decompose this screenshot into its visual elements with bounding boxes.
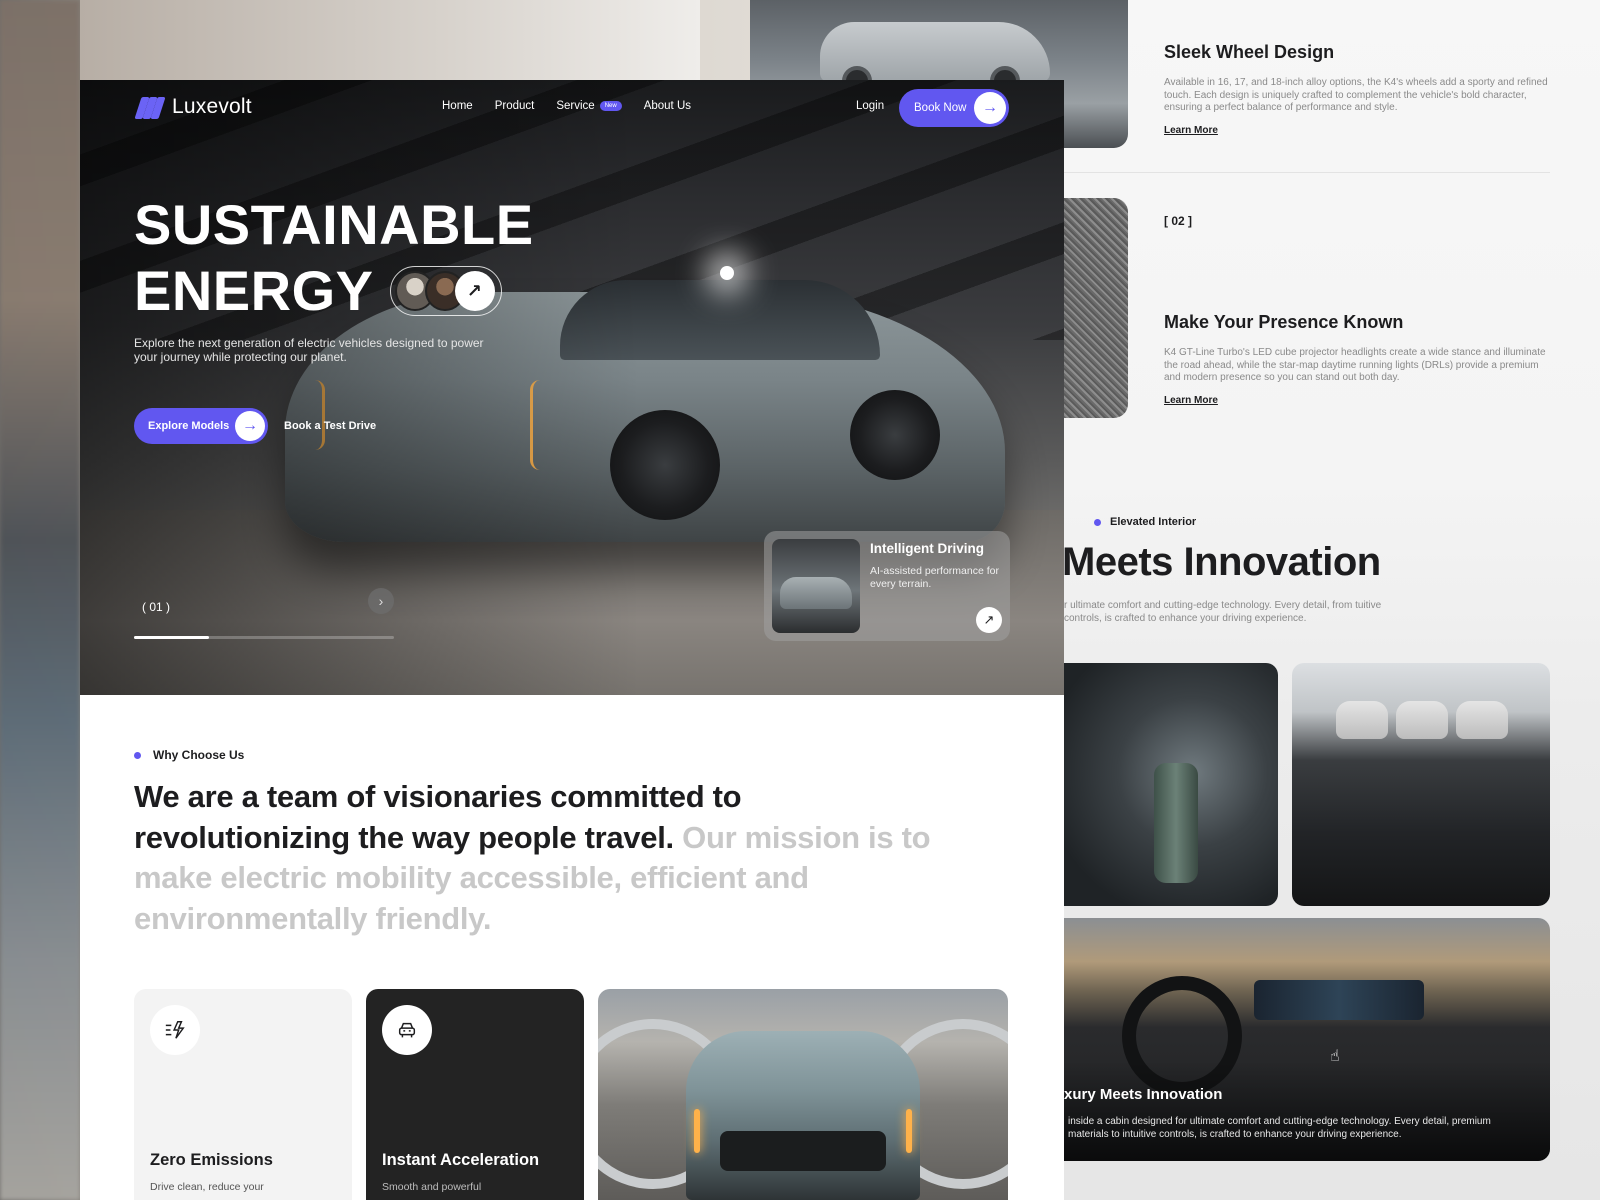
nav-links: Home Product Service New About Us xyxy=(442,100,691,112)
arrow-up-right-icon: ↗ xyxy=(454,271,495,311)
book-now-button[interactable]: Book Now → xyxy=(899,89,1009,127)
interior-eyebrow: Elevated Interior xyxy=(1094,516,1196,528)
car-grill xyxy=(720,1131,886,1171)
book-test-drive-link[interactable]: Book a Test Drive xyxy=(284,420,376,432)
explore-models-button[interactable]: Explore Models → xyxy=(134,408,268,444)
mission-statement: We are a team of visionaries committed t… xyxy=(134,777,944,939)
headlight-detail-image xyxy=(1064,198,1128,418)
lightning-icon xyxy=(150,1005,200,1055)
hand-cursor-icon: ☝ xyxy=(1330,1048,1340,1065)
interior-overlay-title: xury Meets Innovation xyxy=(1064,1086,1223,1103)
card-description: Drive clean, reduce your xyxy=(150,1181,264,1193)
hero-title: SUSTAINABLE ENERGY ↗ xyxy=(134,192,534,324)
arrow-right-icon: → xyxy=(235,411,265,441)
arrow-up-right-icon[interactable]: ↗ xyxy=(976,607,1002,633)
chevron-right-icon[interactable]: › xyxy=(368,588,394,614)
intelligent-driving-card[interactable]: Intelligent Driving AI-assisted performa… xyxy=(764,531,1010,641)
headrest xyxy=(1396,701,1448,739)
feature-description: K4 GT-Line Turbo's LED cube projector he… xyxy=(1164,347,1546,383)
cup-holder-bottle xyxy=(1154,763,1198,883)
hero-title-line-1: SUSTAINABLE xyxy=(134,193,534,256)
slide-counter: ( 01 ) xyxy=(142,600,171,614)
light-flare xyxy=(720,266,734,280)
why-eyebrow: Why Choose Us xyxy=(134,748,244,762)
image-shade xyxy=(1064,1061,1550,1161)
avatar-group[interactable]: ↗ xyxy=(389,266,502,316)
hero-section: Luxevolt Home Product Service New About … xyxy=(80,80,1064,695)
arrow-right-icon: → xyxy=(974,92,1006,124)
background-blur-top xyxy=(80,0,700,80)
card-title: Zero Emissions xyxy=(150,1151,273,1169)
main-page: Luxevolt Home Product Service New About … xyxy=(80,80,1064,1200)
infotainment-screen xyxy=(1254,980,1424,1020)
book-now-label: Book Now xyxy=(914,102,967,114)
interior-eyebrow-label: Elevated Interior xyxy=(1110,516,1197,528)
mini-car xyxy=(780,577,852,609)
card-description: Smooth and powerful xyxy=(382,1181,482,1193)
feature-title: Sleek Wheel Design xyxy=(1164,42,1335,62)
bullet-dot-icon xyxy=(1094,518,1101,526)
hero-title-line-2: ENERGY xyxy=(134,259,374,322)
feature-presence: Make Your Presence Known K4 GT-Line Turb… xyxy=(1164,312,1554,408)
interior-heading: Meets Innovation xyxy=(1062,540,1381,584)
card-car-thumbnail xyxy=(772,539,860,633)
car-front-image xyxy=(598,989,1008,1200)
background-blur-photo xyxy=(0,0,80,1200)
headrest xyxy=(1336,701,1388,739)
car-wheel xyxy=(850,390,940,480)
interior-overlay-description: inside a cabin designed for ultimate com… xyxy=(1068,1116,1491,1140)
logo[interactable]: Luxevolt xyxy=(134,94,252,120)
nav-product[interactable]: Product xyxy=(495,100,535,112)
card-title: Intelligent Driving xyxy=(870,541,985,556)
why-eyebrow-label: Why Choose Us xyxy=(153,748,245,762)
divider xyxy=(1064,172,1550,173)
nav-home[interactable]: Home xyxy=(442,100,473,112)
nav-service[interactable]: Service New xyxy=(556,100,622,112)
top-nav: Luxevolt Home Product Service New About … xyxy=(80,80,1064,140)
feature-number: [ 02 ] xyxy=(1164,214,1193,228)
car-front xyxy=(686,1031,920,1200)
logo-mark-icon xyxy=(134,94,166,120)
interior-description: r ultimate comfort and cutting-edge tech… xyxy=(1064,600,1382,624)
card-description: AI-assisted performance for every terrai… xyxy=(870,565,999,590)
hero-description: Explore the next generation of electric … xyxy=(134,336,484,364)
bullet-dot-icon xyxy=(134,751,141,759)
headrest xyxy=(1456,701,1508,739)
car-seat-icon xyxy=(382,1005,432,1055)
new-badge: New xyxy=(599,101,622,111)
interior-seats-image xyxy=(1292,663,1550,906)
card-title: Instant Acceleration xyxy=(382,1151,540,1169)
nav-about[interactable]: About Us xyxy=(644,100,691,112)
feature-card-instant-acceleration[interactable]: Instant Acceleration Smooth and powerful xyxy=(366,989,584,1200)
feature-title: Make Your Presence Known xyxy=(1164,312,1404,332)
car-headlight xyxy=(694,1109,700,1153)
logo-text: Luxevolt xyxy=(172,95,252,118)
car-headlight xyxy=(906,1109,912,1153)
learn-more-link[interactable]: Learn More xyxy=(1164,125,1218,136)
slide-progress-fill xyxy=(134,636,210,639)
explore-models-label: Explore Models xyxy=(148,420,230,432)
feature-card-zero-emissions[interactable]: Zero Emissions Drive clean, reduce your xyxy=(134,989,352,1200)
nav-service-label: Service xyxy=(556,100,595,112)
mission-primary: We are a team of visionaries committed t… xyxy=(134,779,742,855)
interior-console-image xyxy=(1064,663,1278,906)
login-link[interactable]: Login xyxy=(856,100,884,112)
slide-progress xyxy=(134,636,394,639)
feature-sleek-wheel: Sleek Wheel Design Available in 16, 17, … xyxy=(1164,42,1554,138)
feature-description: Available in 16, 17, and 18-inch alloy o… xyxy=(1164,77,1548,113)
learn-more-link[interactable]: Learn More xyxy=(1164,395,1218,406)
